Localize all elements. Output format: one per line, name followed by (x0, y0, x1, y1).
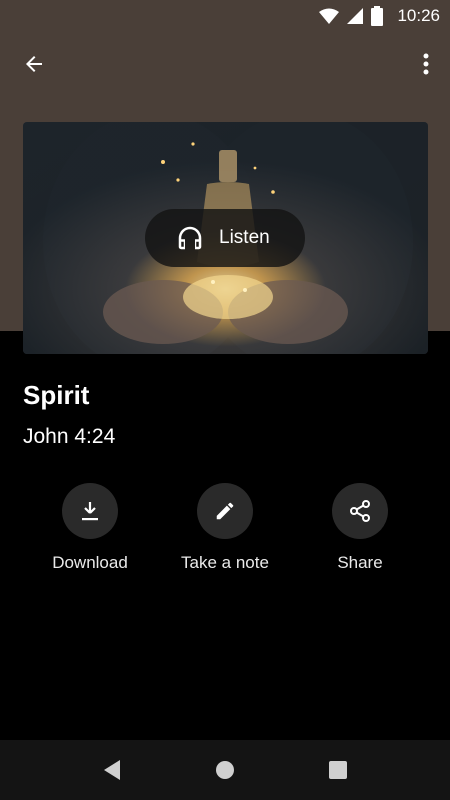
headphones-icon (178, 226, 202, 250)
page-title: Spirit (23, 380, 90, 410)
status-bar: 10:26 (0, 0, 450, 32)
share-button[interactable]: Share (295, 483, 425, 573)
download-label: Download (52, 553, 128, 572)
system-nav-bar (0, 740, 450, 800)
take-note-circle (197, 483, 253, 539)
wifi-icon (319, 8, 340, 24)
nav-back-button[interactable] (82, 740, 142, 800)
more-vert-icon (423, 53, 429, 75)
listen-button[interactable]: Listen (145, 209, 305, 267)
nav-recents-icon (329, 761, 347, 779)
app-bar (0, 32, 450, 96)
download-circle (62, 483, 118, 539)
nav-home-button[interactable] (195, 740, 255, 800)
nav-back-icon (104, 760, 120, 780)
share-circle (332, 483, 388, 539)
nav-recents-button[interactable] (308, 740, 368, 800)
listen-label: Listen (219, 227, 270, 248)
take-note-button[interactable]: Take a note (160, 483, 290, 573)
status-time: 10:26 (397, 6, 440, 25)
battery-icon (371, 6, 384, 26)
download-icon (82, 502, 98, 521)
download-button[interactable]: Download (25, 483, 155, 573)
take-note-label: Take a note (181, 553, 269, 572)
verse-reference: John 4:24 (23, 425, 116, 448)
share-label: Share (337, 553, 383, 572)
arrow-back-icon (26, 56, 42, 72)
cell-signal-icon (347, 8, 364, 24)
pencil-icon (216, 502, 234, 520)
more-options-button[interactable] (406, 40, 446, 88)
back-button[interactable] (10, 40, 58, 88)
share-icon (350, 500, 370, 522)
nav-home-icon (216, 761, 234, 779)
